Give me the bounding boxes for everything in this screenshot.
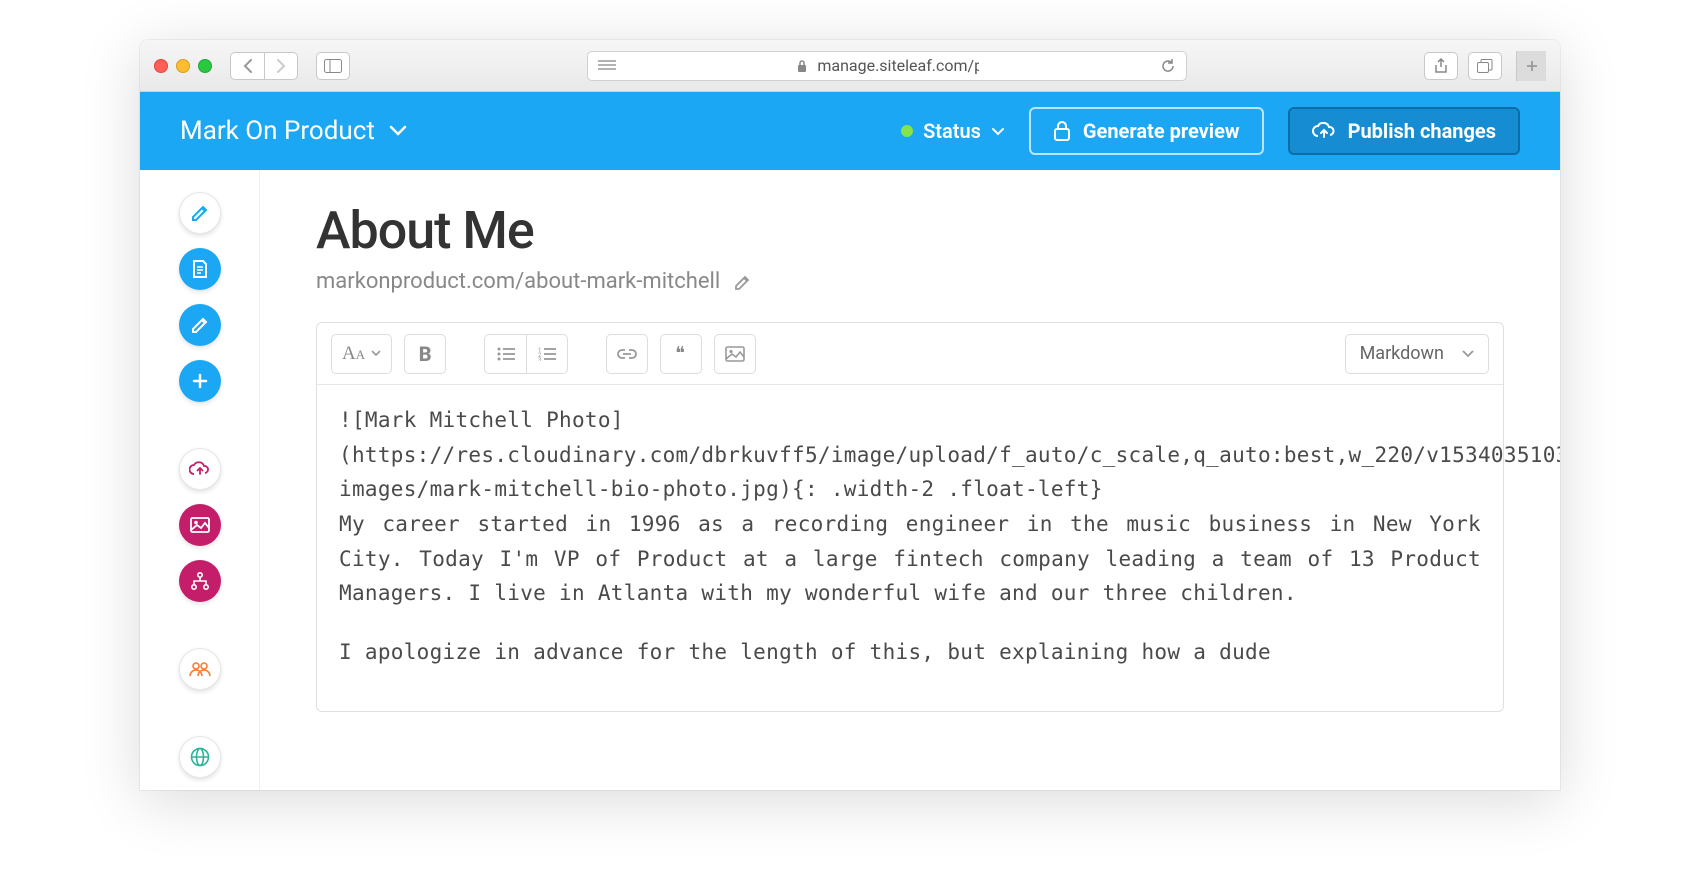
editor-toolbar: AA B 123 bbox=[317, 323, 1503, 385]
sidebar-media-button[interactable] bbox=[179, 504, 221, 546]
edit-permalink-button[interactable] bbox=[734, 273, 752, 291]
chevron-down-icon bbox=[371, 350, 381, 357]
sidebar-edit-button[interactable] bbox=[179, 192, 221, 234]
url-text: manage.siteleaf.com/pages/5b3fc7c74fb209… bbox=[817, 56, 978, 75]
sidebar bbox=[140, 170, 260, 790]
plus-icon bbox=[1525, 59, 1539, 73]
new-tab-button[interactable] bbox=[1516, 51, 1546, 81]
globe-icon bbox=[190, 747, 210, 767]
lock-icon bbox=[1053, 121, 1071, 141]
sidebar-structure-button[interactable] bbox=[179, 560, 221, 602]
permalink-text: markonproduct.com/about-mark-mitchell bbox=[316, 269, 720, 294]
share-icon bbox=[1434, 58, 1448, 74]
link-icon bbox=[617, 348, 637, 360]
sidebar-posts-button[interactable] bbox=[179, 304, 221, 346]
unordered-list-button[interactable] bbox=[484, 334, 526, 374]
svg-text:3: 3 bbox=[538, 357, 541, 361]
list-ol-icon: 123 bbox=[538, 347, 556, 361]
cloud-upload-icon bbox=[189, 461, 211, 477]
status-label: Status bbox=[923, 119, 981, 143]
chevron-down-icon bbox=[389, 125, 407, 137]
minimize-window-button[interactable] bbox=[176, 59, 190, 73]
permalink-row: markonproduct.com/about-mark-mitchell bbox=[316, 269, 1504, 294]
pencil-icon bbox=[190, 203, 210, 223]
app-body: About Me markonproduct.com/about-mark-mi… bbox=[140, 170, 1560, 790]
plus-icon bbox=[191, 372, 209, 390]
tabs-icon bbox=[1477, 59, 1493, 73]
list-ul-icon bbox=[497, 347, 515, 361]
content-paragraph: I apologize in advance for the length of… bbox=[339, 635, 1481, 670]
link-button[interactable] bbox=[606, 334, 648, 374]
generate-preview-button[interactable]: Generate preview bbox=[1029, 107, 1264, 155]
pencil-icon bbox=[190, 315, 210, 335]
sidebar-icon bbox=[324, 59, 342, 73]
editor: AA B 123 bbox=[316, 322, 1504, 712]
browser-chrome: manage.siteleaf.com/pages/5b3fc7c74fb209… bbox=[140, 40, 1560, 92]
image-icon bbox=[725, 346, 745, 362]
publish-changes-label: Publish changes bbox=[1348, 119, 1496, 143]
close-window-button[interactable] bbox=[154, 59, 168, 73]
chevron-left-icon bbox=[243, 59, 253, 73]
image-button[interactable] bbox=[714, 334, 756, 374]
quote-button[interactable]: ❝ bbox=[660, 334, 702, 374]
page-icon bbox=[191, 259, 209, 279]
quote-icon: ❝ bbox=[675, 343, 687, 364]
site-switcher[interactable]: Mark On Product bbox=[180, 116, 407, 146]
main-content: About Me markonproduct.com/about-mark-mi… bbox=[260, 170, 1560, 790]
heading-button[interactable]: AA bbox=[331, 334, 392, 374]
format-select[interactable]: Markdown bbox=[1345, 334, 1489, 374]
tabs-button[interactable] bbox=[1468, 52, 1502, 80]
generate-preview-label: Generate preview bbox=[1083, 119, 1240, 143]
ordered-list-button[interactable]: 123 bbox=[526, 334, 568, 374]
sidebar-domain-button[interactable] bbox=[179, 736, 221, 778]
status-indicator-icon bbox=[901, 125, 913, 137]
image-icon bbox=[190, 517, 210, 533]
chevron-down-icon bbox=[991, 127, 1005, 136]
window-controls bbox=[154, 59, 212, 73]
reload-icon[interactable] bbox=[1160, 58, 1176, 74]
format-label: Markdown bbox=[1360, 343, 1444, 364]
sidebar-pages-button[interactable] bbox=[179, 248, 221, 290]
cloud-upload-icon bbox=[1312, 122, 1336, 140]
sidebar-toggle-button[interactable] bbox=[316, 52, 350, 80]
lock-icon bbox=[797, 60, 807, 72]
chevron-right-icon bbox=[276, 59, 286, 73]
bold-button[interactable]: B bbox=[404, 334, 446, 374]
back-button[interactable] bbox=[230, 52, 264, 80]
reader-icon bbox=[598, 60, 616, 72]
sidebar-add-button[interactable] bbox=[179, 360, 221, 402]
sidebar-deploy-button[interactable] bbox=[179, 448, 221, 490]
maximize-window-button[interactable] bbox=[198, 59, 212, 73]
share-button[interactable] bbox=[1424, 52, 1458, 80]
publish-changes-button[interactable]: Publish changes bbox=[1288, 107, 1520, 155]
users-icon bbox=[189, 661, 211, 677]
page-title[interactable]: About Me bbox=[316, 200, 1504, 261]
site-title-text: Mark On Product bbox=[180, 116, 375, 146]
status-dropdown[interactable]: Status bbox=[901, 119, 1005, 143]
app-header: Mark On Product Status Generate preview … bbox=[140, 92, 1560, 170]
browser-window: manage.siteleaf.com/pages/5b3fc7c74fb209… bbox=[140, 40, 1560, 790]
chevron-down-icon bbox=[1462, 350, 1474, 358]
text-size-icon: AA bbox=[342, 343, 365, 365]
sitemap-icon bbox=[190, 572, 210, 590]
forward-button[interactable] bbox=[264, 52, 298, 80]
url-bar[interactable]: manage.siteleaf.com/pages/5b3fc7c74fb209… bbox=[587, 51, 1187, 81]
content-paragraph: ![Mark Mitchell Photo] (https://res.clou… bbox=[339, 403, 1481, 611]
sidebar-users-button[interactable] bbox=[179, 648, 221, 690]
editor-textarea[interactable]: ![Mark Mitchell Photo] (https://res.clou… bbox=[317, 385, 1503, 711]
